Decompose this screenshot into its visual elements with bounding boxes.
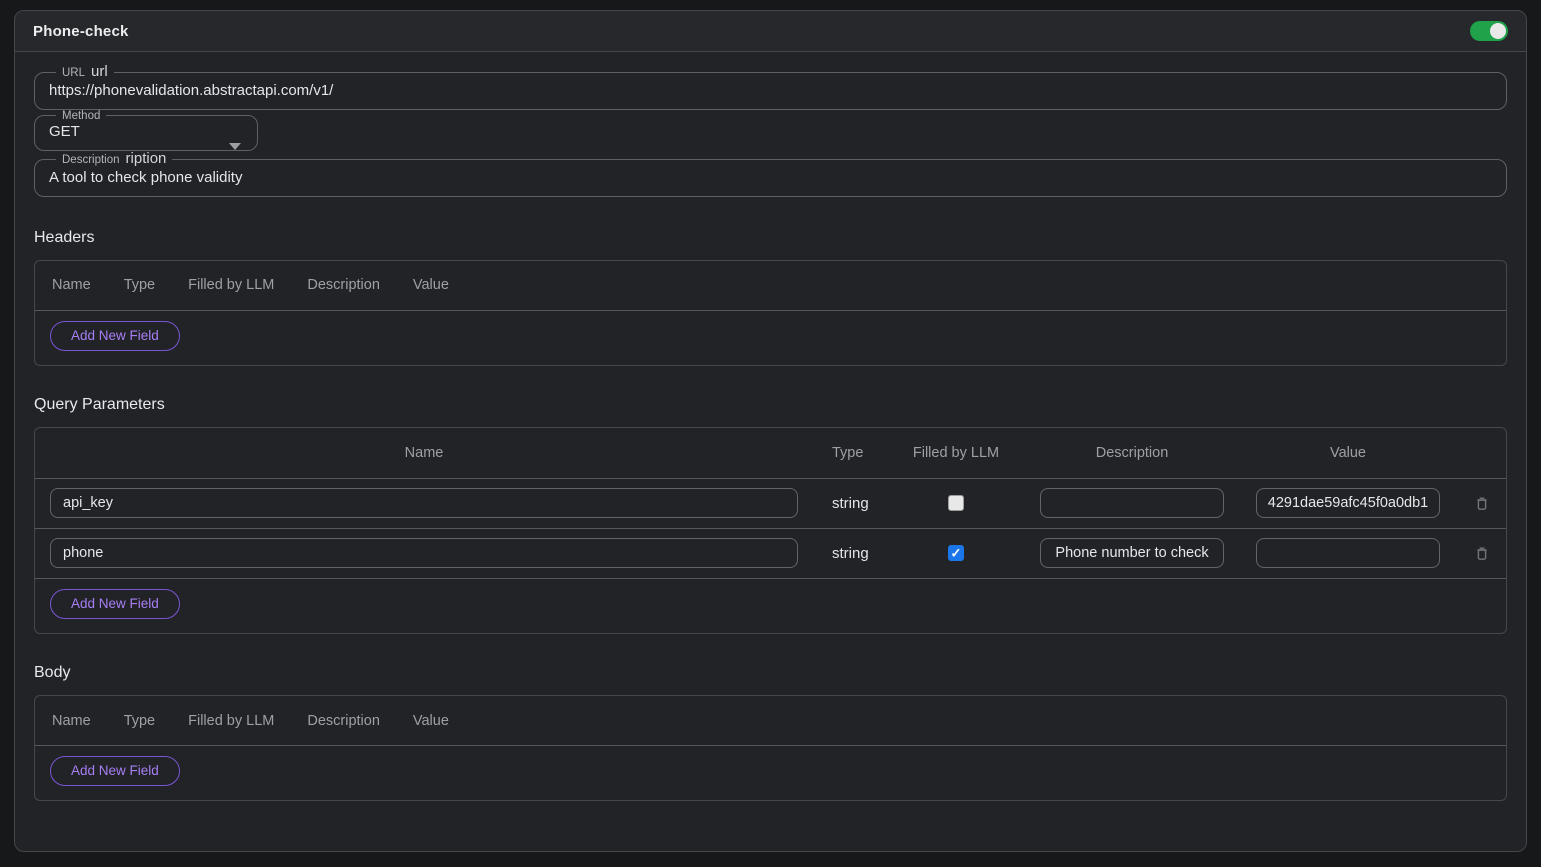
column-header-value: Value xyxy=(1248,445,1448,461)
url-label-small: URL xyxy=(62,67,85,80)
trash-icon xyxy=(1474,495,1490,512)
param-value-input[interactable] xyxy=(1256,488,1440,518)
param-type[interactable]: string xyxy=(814,545,880,562)
body-section-title: Body xyxy=(34,664,1507,682)
url-field-label: URL url xyxy=(56,64,114,81)
column-header-value: Value xyxy=(413,713,449,729)
trash-icon xyxy=(1474,545,1490,562)
tool-config-card: Phone-check URL url https://phonevalidat… xyxy=(14,10,1527,852)
param-type[interactable]: string xyxy=(814,495,880,512)
body-table-header: Name Type Filled by LLM Description Valu… xyxy=(35,696,1506,745)
body-table: Name Type Filled by LLM Description Valu… xyxy=(34,695,1507,801)
chevron-down-icon[interactable] xyxy=(229,143,241,150)
param-name-input[interactable] xyxy=(50,488,798,518)
method-value[interactable]: GET xyxy=(47,122,245,141)
query-parameters-section-title: Query Parameters xyxy=(34,396,1507,414)
card-header: Phone-check xyxy=(15,11,1526,52)
query-parameters-add-row: Add New Field xyxy=(35,579,1506,633)
card-content: URL url https://phonevalidation.abstract… xyxy=(15,52,1526,851)
method-label: Method xyxy=(62,110,100,123)
description-value[interactable]: A tool to check phone validity xyxy=(47,168,1494,187)
headers-section-title: Headers xyxy=(34,229,1507,247)
column-header-description: Description xyxy=(1032,445,1232,461)
delete-row-button[interactable] xyxy=(1474,545,1491,562)
column-header-type: Type xyxy=(124,713,155,729)
headers-table: Name Type Filled by LLM Description Valu… xyxy=(34,260,1507,366)
column-header-description: Description xyxy=(307,713,380,729)
url-value[interactable]: https://phonevalidation.abstractapi.com/… xyxy=(47,81,1494,100)
description-field-label: Description ription xyxy=(56,151,172,168)
description-field[interactable]: Description ription A tool to check phon… xyxy=(34,151,1507,197)
url-label-large: url xyxy=(91,64,108,81)
column-header-name: Name xyxy=(50,445,798,461)
method-select[interactable]: Method GET xyxy=(34,110,258,152)
headers-add-new-field-button[interactable]: Add New Field xyxy=(50,321,180,351)
body-add-new-field-button[interactable]: Add New Field xyxy=(50,756,180,786)
column-header-filled-by-llm: Filled by LLM xyxy=(896,445,1016,461)
param-description-input[interactable] xyxy=(1040,538,1224,568)
body-add-row: Add New Field xyxy=(35,746,1506,800)
param-value-input[interactable] xyxy=(1256,538,1440,568)
table-row-api-key: string xyxy=(35,479,1506,528)
column-header-type: Type xyxy=(814,445,880,461)
headers-table-header: Name Type Filled by LLM Description Valu… xyxy=(35,261,1506,310)
column-header-name: Name xyxy=(52,713,91,729)
column-header-filled-by-llm: Filled by LLM xyxy=(188,713,274,729)
method-select-label: Method xyxy=(56,110,106,123)
enable-toggle[interactable] xyxy=(1470,21,1508,41)
table-row-phone: string xyxy=(35,529,1506,578)
description-label-small: Description xyxy=(62,154,120,167)
column-header-description: Description xyxy=(307,277,380,293)
filled-by-llm-checkbox[interactable] xyxy=(948,545,964,561)
column-header-value: Value xyxy=(413,277,449,293)
url-field[interactable]: URL url https://phonevalidation.abstract… xyxy=(34,64,1507,110)
column-header-name: Name xyxy=(52,277,91,293)
query-parameters-table-header: Name Type Filled by LLM Description Valu… xyxy=(35,428,1506,478)
description-label-large: ription xyxy=(126,151,167,168)
column-header-type: Type xyxy=(124,277,155,293)
query-parameters-add-new-field-button[interactable]: Add New Field xyxy=(50,589,180,619)
delete-row-button[interactable] xyxy=(1474,495,1491,512)
headers-add-row: Add New Field xyxy=(35,311,1506,365)
param-name-input[interactable] xyxy=(50,538,798,568)
query-parameters-table: Name Type Filled by LLM Description Valu… xyxy=(34,427,1507,634)
column-header-filled-by-llm: Filled by LLM xyxy=(188,277,274,293)
tool-title: Phone-check xyxy=(33,23,129,40)
param-description-input[interactable] xyxy=(1040,488,1224,518)
filled-by-llm-checkbox[interactable] xyxy=(948,495,964,511)
